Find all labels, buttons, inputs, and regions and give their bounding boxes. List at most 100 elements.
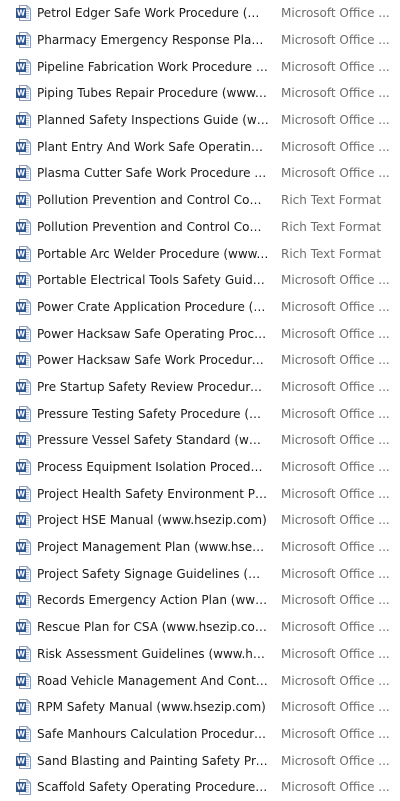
file-type: Microsoft Office ... — [281, 700, 390, 715]
file-row[interactable]: W Pipeline Fabrication Work Procedure (ww… — [0, 53, 400, 80]
file-name[interactable]: Process Equipment Isolation Procedure (.… — [37, 460, 269, 474]
word-document-icon: W — [16, 298, 31, 315]
svg-text:W: W — [17, 169, 26, 178]
svg-text:W: W — [17, 649, 26, 658]
file-row[interactable]: W Safe Manhours Calculation Procedure (w.… — [0, 721, 400, 748]
svg-text:W: W — [17, 303, 26, 312]
file-row[interactable]: W Project Health Safety Environment Plan … — [0, 480, 400, 507]
file-name[interactable]: RPM Safety Manual (www.hsezip.com) — [37, 700, 269, 714]
file-name[interactable]: Pollution Prevention and Control Code o.… — [37, 220, 269, 234]
file-name[interactable]: Pipeline Fabrication Work Procedure (ww.… — [37, 60, 269, 74]
word-document-icon: W — [16, 539, 31, 556]
file-row[interactable]: W Power Hacksaw Safe Work Procedure (w...… — [0, 347, 400, 374]
file-type: Microsoft Office ... — [281, 139, 390, 154]
file-row[interactable]: W Pre Startup Safety Review Procedure (ww… — [0, 374, 400, 401]
svg-text:W: W — [17, 623, 26, 632]
file-type: Microsoft Office ... — [281, 273, 390, 288]
svg-text:W: W — [17, 196, 26, 205]
file-name[interactable]: Power Crate Application Procedure (ww... — [37, 300, 269, 314]
file-row[interactable]: W Power Hacksaw Safe Operating Procedur..… — [0, 320, 400, 347]
word-document-icon: W — [16, 405, 31, 422]
file-row[interactable]: W Power Crate Application Procedure (ww..… — [0, 294, 400, 321]
file-name[interactable]: Planned Safety Inspections Guide (www...… — [37, 113, 269, 127]
file-row[interactable]: W Pressure Testing Safety Procedure (www.… — [0, 400, 400, 427]
file-row[interactable]: W Process Equipment Isolation Procedure (… — [0, 454, 400, 481]
file-row[interactable]: W Planned Safety Inspections Guide (www..… — [0, 107, 400, 134]
word-document-icon: W — [16, 779, 31, 796]
file-name[interactable]: Pressure Vessel Safety Standard (www.hs.… — [37, 433, 269, 447]
file-list: W Petrol Edger Safe Work Procedure (www..… — [0, 0, 400, 800]
file-type: Microsoft Office ... — [281, 780, 390, 795]
file-type: Microsoft Office ... — [281, 726, 390, 741]
file-row[interactable]: W RPM Safety Manual (www.hsezip.com) Micro… — [0, 694, 400, 721]
file-name[interactable]: Pollution Prevention and Control Code o.… — [37, 193, 269, 207]
file-row[interactable]: W Risk Assessment Guidelines (www.hsezip.… — [0, 641, 400, 668]
file-row[interactable]: W Records Emergency Action Plan (www.hs..… — [0, 587, 400, 614]
file-name[interactable]: Project HSE Manual (www.hsezip.com) — [37, 513, 269, 527]
file-row[interactable]: W Scaffold Safety Operating Procedure (ww… — [0, 774, 400, 801]
file-type: Microsoft Office ... — [281, 673, 390, 688]
file-name[interactable]: Project Health Safety Environment Plan (… — [37, 487, 269, 501]
svg-text:W: W — [17, 249, 26, 258]
word-document-icon: W — [16, 32, 31, 49]
svg-text:W: W — [17, 543, 26, 552]
file-type: Microsoft Office ... — [281, 486, 390, 501]
file-name[interactable]: Road Vehicle Management And Control ... — [37, 674, 269, 688]
file-name[interactable]: Rescue Plan for CSA (www.hsezip.com) — [37, 620, 269, 634]
file-name[interactable]: Plasma Cutter Safe Work Procedure (ww... — [37, 166, 269, 180]
file-row[interactable]: W Pharmacy Emergency Response Plan (w... M… — [0, 27, 400, 54]
file-name[interactable]: Project Management Plan (www.hsezip.c... — [37, 540, 269, 554]
file-name[interactable]: Risk Assessment Guidelines (www.hsezip..… — [37, 647, 269, 661]
file-name[interactable]: Scaffold Safety Operating Procedure (ww.… — [37, 780, 269, 794]
file-row[interactable]: W Sand Blasting and Painting Safety Proce… — [0, 747, 400, 774]
svg-text:W: W — [17, 489, 26, 498]
svg-text:W: W — [17, 329, 26, 338]
file-name[interactable]: Piping Tubes Repair Procedure (www.hse..… — [37, 86, 269, 100]
word-document-icon: W — [16, 165, 31, 182]
file-type: Microsoft Office ... — [281, 33, 390, 48]
file-row[interactable]: W Project Management Plan (www.hsezip.c..… — [0, 534, 400, 561]
file-name[interactable]: Portable Arc Welder Procedure (www.hse..… — [37, 247, 269, 261]
file-row[interactable]: W Pressure Vessel Safety Standard (www.hs… — [0, 427, 400, 454]
file-name[interactable]: Power Hacksaw Safe Work Procedure (w... — [37, 353, 269, 367]
file-row[interactable]: W Portable Arc Welder Procedure (www.hse.… — [0, 240, 400, 267]
file-name[interactable]: Sand Blasting and Painting Safety Proced… — [37, 754, 269, 768]
file-name[interactable]: Safe Manhours Calculation Procedure (w..… — [37, 727, 269, 741]
file-name[interactable]: Pre Startup Safety Review Procedure (ww.… — [37, 380, 269, 394]
file-row[interactable]: W Plasma Cutter Safe Work Procedure (ww..… — [0, 160, 400, 187]
file-type: Rich Text Format — [281, 246, 382, 261]
file-row[interactable]: W Project HSE Manual (www.hsezip.com) Micr… — [0, 507, 400, 534]
file-type: Microsoft Office ... — [281, 299, 390, 314]
file-row[interactable]: W Rescue Plan for CSA (www.hsezip.com) Mic… — [0, 614, 400, 641]
file-name[interactable]: Power Hacksaw Safe Operating Procedur... — [37, 327, 269, 341]
file-type: Microsoft Office ... — [281, 353, 390, 368]
file-row[interactable]: W Project Safety Signage Guidelines (www.… — [0, 560, 400, 587]
word-document-icon: W — [16, 325, 31, 342]
svg-text:W: W — [17, 89, 26, 98]
svg-text:W: W — [17, 569, 26, 578]
file-row[interactable]: W Piping Tubes Repair Procedure (www.hse.… — [0, 80, 400, 107]
file-row[interactable]: W Portable Electrical Tools Safety Guide … — [0, 267, 400, 294]
svg-text:W: W — [17, 142, 26, 151]
svg-text:W: W — [17, 516, 26, 525]
file-name[interactable]: Project Safety Signage Guidelines (www..… — [37, 567, 269, 581]
file-name[interactable]: Petrol Edger Safe Work Procedure (www... — [37, 6, 269, 20]
file-name[interactable]: Pharmacy Emergency Response Plan (w... — [37, 33, 269, 47]
svg-text:W: W — [17, 9, 26, 18]
file-name[interactable]: Pressure Testing Safety Procedure (www..… — [37, 407, 269, 421]
file-name[interactable]: Portable Electrical Tools Safety Guide (… — [37, 273, 269, 287]
file-row[interactable]: W Pollution Prevention and Control Code o… — [0, 187, 400, 214]
word-document-icon: W — [16, 699, 31, 716]
file-name[interactable]: Records Emergency Action Plan (www.hs... — [37, 593, 269, 607]
svg-text:W: W — [17, 409, 26, 418]
file-type: Microsoft Office ... — [281, 113, 390, 128]
word-document-icon: W — [16, 378, 31, 395]
file-row[interactable]: W Petrol Edger Safe Work Procedure (www..… — [0, 0, 400, 27]
file-type: Microsoft Office ... — [281, 646, 390, 661]
svg-text:W: W — [17, 383, 26, 392]
file-row[interactable]: W Plant Entry And Work Safe Operating Pro… — [0, 133, 400, 160]
file-row[interactable]: W Road Vehicle Management And Control ...… — [0, 667, 400, 694]
file-name[interactable]: Plant Entry And Work Safe Operating Pro.… — [37, 140, 269, 154]
file-row[interactable]: W Pollution Prevention and Control Code o… — [0, 214, 400, 241]
file-type: Microsoft Office ... — [281, 406, 390, 421]
